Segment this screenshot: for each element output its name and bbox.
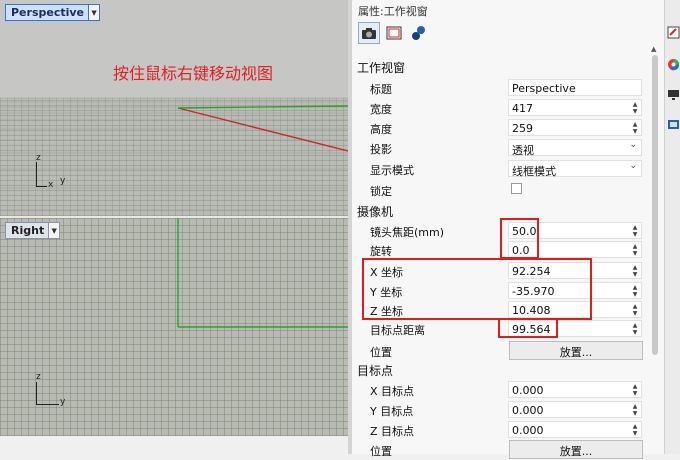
lens-length-label: 镜头焦距(mm) [370, 226, 445, 239]
camera-place-button[interactable]: 放置... [509, 341, 643, 360]
target-z-field[interactable]: 0.000 ▲ ▼ [508, 421, 642, 438]
projection-select[interactable]: 透视 ⌄ [508, 139, 642, 157]
properties-panel: 属性:工作视窗 ⚙ 工作视窗 标题 Perspective 宽度 417▲▼ 高… [352, 0, 677, 459]
display-mode-value: 线框模式 [512, 165, 556, 178]
panel-tab-strip [664, 0, 680, 454]
viewport-hint-text: 按住鼠标右键移动视图 [113, 64, 274, 83]
lock-checkbox[interactable] [511, 183, 522, 194]
row-display-mode: 显示模式 线框模式 ⌄ [368, 159, 642, 179]
axis-gizmo [36, 162, 47, 187]
viewport-tab-label: Right [11, 224, 45, 237]
viewport-tab-perspective[interactable]: Perspective ▼ [5, 4, 101, 21]
spinner-icon[interactable]: ▲ ▼ [631, 121, 639, 135]
target-z-value: 0.000 [512, 424, 544, 437]
viewport-footer [0, 436, 350, 454]
lock-label: 锁定 [370, 185, 392, 198]
row-lock: 锁定 [368, 180, 642, 200]
scroll-up-icon[interactable]: ▲ [651, 45, 656, 53]
highlight-lens-rotation [500, 218, 539, 259]
chevron-down-icon[interactable]: ▼ [88, 5, 100, 20]
target-place-button[interactable]: 放置... [509, 440, 643, 459]
title-label: 标题 [370, 83, 392, 96]
perspective-viewport[interactable]: Perspective ▼ 按住鼠标右键移动视图 z x y [0, 0, 348, 216]
spinner-icon[interactable]: ▲ ▼ [631, 403, 639, 417]
render-spheres-icon[interactable] [408, 22, 430, 44]
row-height: 高度 259 ▲ ▼ [368, 118, 642, 138]
axis-label-x: x [48, 180, 54, 190]
axis-label-y: y [60, 397, 66, 407]
viewport-tab-label: Perspective [11, 6, 85, 19]
row-target-z: Z 目标点 0.000 ▲ ▼ [368, 420, 642, 440]
display-mode-label: 显示模式 [370, 164, 414, 177]
section-target: 目标点 [357, 364, 394, 378]
color-wheel-icon[interactable] [667, 58, 680, 71]
highlight-target-distance [498, 318, 558, 338]
panel-scrollbar[interactable] [651, 55, 659, 355]
row-camera-position: 位置 放置... [368, 341, 643, 361]
target-position-label: 位置 [370, 445, 392, 458]
row-projection: 投影 透视 ⌄ [368, 138, 642, 158]
right-viewport[interactable]: Right ▼ z y [0, 218, 348, 436]
rotation-label: 旋转 [370, 245, 392, 258]
camera-icon[interactable] [358, 22, 380, 44]
axis-label-y: y [60, 176, 66, 186]
target-y-field[interactable]: 0.000 ▲ ▼ [508, 401, 642, 418]
target-x-label: X 目标点 [370, 385, 415, 398]
target-distance-label: 目标点距离 [370, 324, 425, 337]
row-target-x: X 目标点 0.000 ▲ ▼ [368, 380, 642, 400]
display-monitor-icon[interactable] [667, 88, 680, 101]
spinner-icon[interactable]: ▲ ▼ [631, 303, 639, 317]
axis-label-z: z [36, 153, 41, 163]
chevron-down-icon: ⌄ [629, 140, 637, 150]
target-y-value: 0.000 [512, 404, 544, 417]
section-camera: 摄像机 [357, 205, 394, 219]
row-width: 宽度 417 ▲ ▼ [368, 98, 642, 118]
viewport-frame-icon[interactable] [383, 22, 405, 44]
chevron-down-icon: ⌄ [629, 161, 637, 171]
row-target-position: 位置 放置... [368, 440, 643, 460]
spinner-icon[interactable]: ▲ ▼ [631, 383, 639, 397]
height-value: 259 [512, 122, 533, 135]
row-target-y: Y 目标点 0.000 ▲ ▼ [368, 400, 642, 420]
width-value: 417 [512, 102, 533, 115]
width-field[interactable]: 417 ▲ ▼ [508, 99, 642, 116]
viewport-tab-right[interactable]: Right ▼ [5, 222, 61, 239]
target-x-field[interactable]: 0.000 ▲ ▼ [508, 381, 642, 398]
axis-label-z: z [36, 372, 41, 382]
spinner-icon[interactable]: ▲ ▼ [631, 264, 639, 278]
spinner-icon[interactable]: ▲ ▼ [631, 224, 639, 238]
properties-tab-icon[interactable] [667, 26, 680, 39]
section-viewport: 工作视窗 [357, 61, 406, 75]
target-x-value: 0.000 [512, 384, 544, 397]
height-label: 高度 [370, 123, 392, 136]
target-y-label: Y 目标点 [370, 405, 414, 418]
projection-label: 投影 [370, 143, 392, 156]
axis-gizmo [36, 382, 59, 405]
spinner-icon[interactable]: ▲ ▼ [631, 322, 639, 336]
scrollbar-thumb[interactable] [652, 55, 658, 355]
chevron-down-icon[interactable]: ▼ [48, 223, 60, 238]
display-mode-select[interactable]: 线框模式 ⌄ [508, 160, 642, 178]
panel-title: 属性:工作视窗 [358, 5, 428, 18]
projection-value: 透视 [512, 144, 534, 157]
layers-icon[interactable] [667, 118, 680, 131]
camera-position-label: 位置 [370, 346, 392, 359]
spinner-icon[interactable]: ▲ ▼ [631, 243, 639, 257]
title-field[interactable]: Perspective [508, 79, 642, 96]
properties-toolbar [358, 22, 430, 44]
spinner-icon[interactable]: ▲ ▼ [631, 101, 639, 115]
row-title: 标题 Perspective [368, 78, 642, 98]
height-field[interactable]: 259 ▲ ▼ [508, 119, 642, 136]
width-label: 宽度 [370, 103, 392, 116]
spinner-icon[interactable]: ▲ ▼ [631, 423, 639, 437]
target-z-label: Z 目标点 [370, 425, 415, 438]
highlight-coordinates [362, 258, 592, 320]
spinner-icon[interactable]: ▲ ▼ [631, 284, 639, 298]
